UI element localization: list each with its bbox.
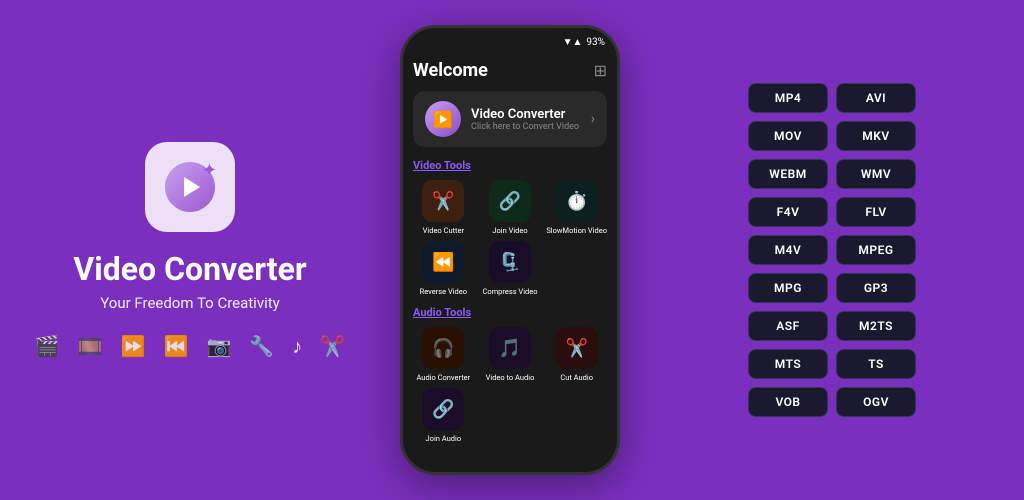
converter-arrow-icon: › — [591, 111, 595, 127]
tool-icon: ✂️ — [556, 327, 598, 369]
welcome-title: Welcome — [413, 60, 488, 81]
video-tool-item[interactable]: ⏱️ SlowMotion Video — [546, 180, 607, 235]
format-grid: MP4 AVI MOV MKV WEBM WMV F4V FLV M4V MPEG MPG GP3 AS… — [660, 83, 1004, 417]
phone-frame: ▼▲ 93% Welcome ⊞ ▶️ Video Converter Clic… — [400, 25, 620, 475]
format-badge[interactable]: F4V — [748, 197, 828, 227]
play-triangle-icon — [184, 177, 200, 197]
app-icon-inner: ✦ — [160, 157, 220, 217]
battery-status: 93% — [586, 37, 605, 48]
audio-tools-label: Audio Tools — [413, 306, 607, 319]
play-shape: ✦ — [165, 162, 215, 212]
format-badge[interactable]: MOV — [748, 121, 828, 151]
converter-banner[interactable]: ▶️ Video Converter Click here to Convert… — [413, 91, 607, 147]
tool-icon: 🗜️ — [489, 241, 531, 283]
feature-icon-scissors: ✂️ — [320, 334, 345, 358]
feature-icon-video: 🎬 — [35, 334, 60, 358]
format-badge[interactable]: ASF — [748, 311, 828, 341]
app-title: Video Converter — [73, 250, 306, 288]
format-badge[interactable]: WMV — [836, 159, 916, 189]
tool-label: Join Audio — [426, 434, 462, 443]
video-tool-item[interactable]: ⏪ Reverse Video — [413, 241, 474, 296]
format-badge[interactable]: VOB — [748, 387, 828, 417]
feature-icon-forward: ⏩ — [121, 334, 146, 358]
video-tool-item[interactable]: ✂️ Video Cutter — [413, 180, 474, 235]
tool-icon: ✂️ — [422, 180, 464, 222]
tool-icon: ⏪ — [422, 241, 464, 283]
welcome-header: Welcome ⊞ — [413, 56, 607, 81]
converter-banner-subtitle: Click here to Convert Video — [471, 122, 579, 132]
format-badge[interactable]: WEBM — [748, 159, 828, 189]
status-bar: ▼▲ 93% — [403, 28, 617, 56]
audio-tool-item[interactable]: 🔗 Join Audio — [413, 388, 474, 443]
format-badge[interactable]: MP4 — [748, 83, 828, 113]
tool-icon: ⏱️ — [556, 180, 598, 222]
header-menu-icon[interactable]: ⊞ — [594, 61, 607, 80]
sparkle-icon: ✦ — [202, 160, 217, 181]
format-badge[interactable]: M4V — [748, 235, 828, 265]
format-badge[interactable]: MTS — [748, 349, 828, 379]
converter-icon: ▶️ — [425, 101, 461, 137]
audio-tools-grid: 🎧 Audio Converter 🎵 Video to Audio ✂️ Cu… — [413, 327, 607, 443]
feature-icon-film: 🎞️ — [78, 334, 103, 358]
tool-icon: 🔗 — [422, 388, 464, 430]
converter-banner-left: ▶️ Video Converter Click here to Convert… — [425, 101, 579, 137]
tool-icon: 🎵 — [489, 327, 531, 369]
app-icon: ✦ — [145, 142, 235, 232]
format-badge[interactable]: MPEG — [836, 235, 916, 265]
tool-label: Compress Video — [482, 287, 537, 296]
video-tools-label: Video Tools — [413, 159, 607, 172]
format-badge[interactable]: MKV — [836, 121, 916, 151]
left-section: ✦ Video Converter Your Freedom To Creati… — [0, 0, 380, 500]
format-badge[interactable]: AVI — [836, 83, 916, 113]
tool-label: Cut Audio — [560, 373, 593, 382]
format-badge[interactable]: FLV — [836, 197, 916, 227]
audio-tool-item[interactable]: 🎵 Video to Audio — [480, 327, 541, 382]
feature-icon-music: ♪ — [292, 334, 302, 359]
video-tool-item[interactable]: 🗜️ Compress Video — [480, 241, 541, 296]
signal-icon: ▼▲ — [563, 37, 583, 48]
right-section: MP4 AVI MOV MKV WEBM WMV F4V FLV M4V MPEG MPG GP3 AS… — [640, 0, 1024, 500]
format-badge[interactable]: TS — [836, 349, 916, 379]
tool-label: Video to Audio — [486, 373, 535, 382]
format-badge[interactable]: M2TS — [836, 311, 916, 341]
tool-label: SlowMotion Video — [546, 226, 607, 235]
tool-icon: 🎧 — [422, 327, 464, 369]
feature-icon-tool: 🔧 — [249, 334, 274, 358]
converter-banner-title: Video Converter — [471, 107, 579, 122]
video-tools-grid: ✂️ Video Cutter 🔗 Join Video ⏱️ SlowMoti… — [413, 180, 607, 296]
app-subtitle: Your Freedom To Creativity — [100, 294, 280, 312]
tool-label: Video Cutter — [423, 226, 464, 235]
tool-label: Join Video — [492, 226, 527, 235]
converter-banner-text: Video Converter Click here to Convert Vi… — [471, 107, 579, 132]
feature-icon-camera: 📷 — [206, 334, 231, 358]
video-tool-item[interactable]: 🔗 Join Video — [480, 180, 541, 235]
audio-tool-item[interactable]: ✂️ Cut Audio — [546, 327, 607, 382]
format-badge[interactable]: MPG — [748, 273, 828, 303]
audio-tool-item[interactable]: 🎧 Audio Converter — [413, 327, 474, 382]
tool-label: Reverse Video — [420, 287, 467, 296]
feature-icon-reverse: ⏮️ — [164, 334, 189, 358]
tool-label: Audio Converter — [416, 373, 470, 382]
format-badge[interactable]: OGV — [836, 387, 916, 417]
feature-icons-row: 🎬 🎞️ ⏩ ⏮️ 📷 🔧 ♪ ✂️ — [35, 334, 345, 359]
tool-icon: 🔗 — [489, 180, 531, 222]
phone-content: Welcome ⊞ ▶️ Video Converter Click here … — [403, 56, 617, 472]
format-badge[interactable]: GP3 — [836, 273, 916, 303]
phone-section: ▼▲ 93% Welcome ⊞ ▶️ Video Converter Clic… — [380, 20, 640, 480]
